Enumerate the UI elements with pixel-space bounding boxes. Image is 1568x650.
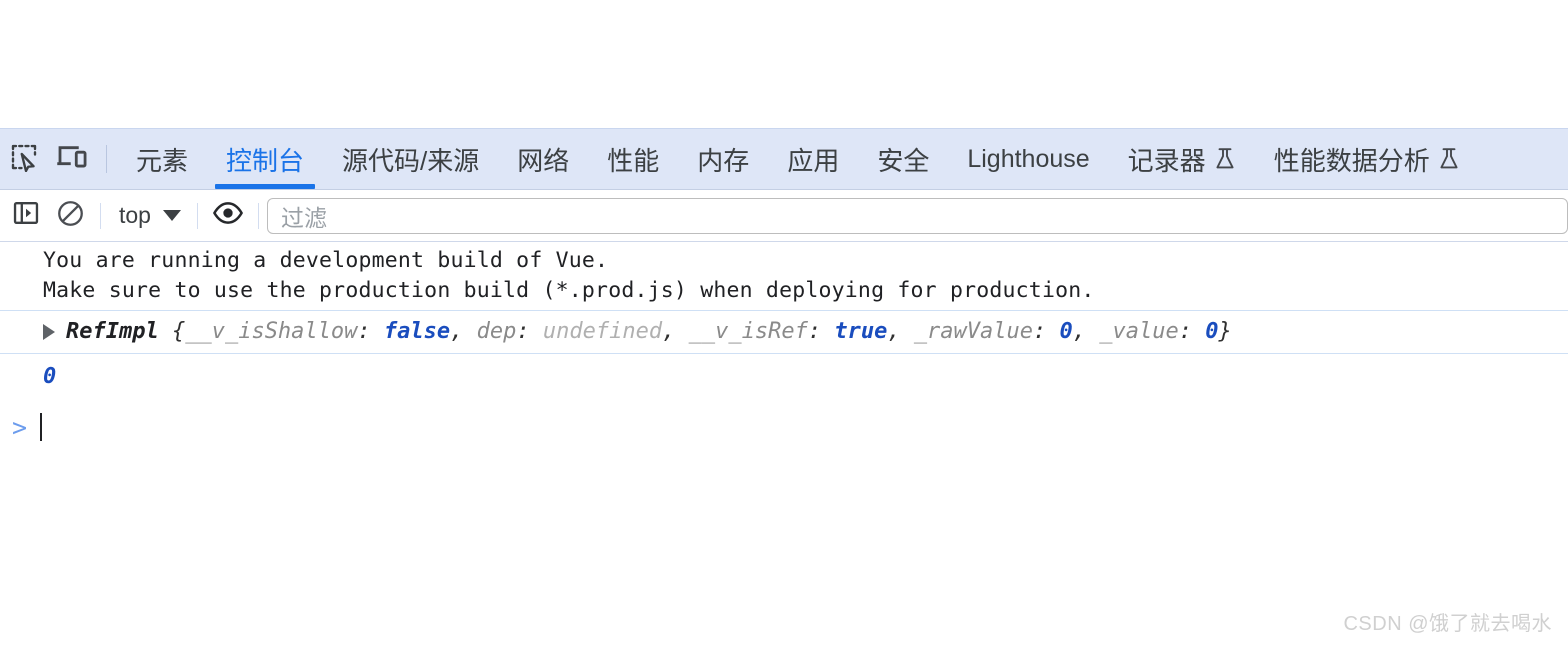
tab-security-label: 安全 — [877, 145, 930, 176]
object-prop-key: _value — [1099, 319, 1179, 344]
flask-icon — [1438, 147, 1460, 171]
tab-security[interactable]: 安全 — [858, 129, 948, 189]
clear-console-button[interactable] — [48, 194, 92, 238]
tab-lighthouse[interactable]: Lighthouse — [948, 129, 1108, 189]
console-message-line: Make sure to use the production build (*… — [43, 278, 1095, 303]
devtools-panel: 元素 控制台 源代码/来源 网络 性能 内存 应用 安全 Lighthouse … — [0, 128, 1568, 650]
console-result-value: 0 — [43, 364, 57, 389]
web-page-viewport — [0, 0, 1568, 128]
console-filter-placeholder: 过滤 — [280, 204, 327, 231]
object-close-brace: } — [1218, 319, 1232, 344]
object-prop-key: dep — [476, 319, 517, 344]
object-open-brace: { — [158, 319, 186, 344]
flask-icon — [1214, 147, 1236, 171]
tab-recorder[interactable]: 记录器 — [1109, 129, 1255, 189]
object-prop-value: 0 — [1205, 319, 1219, 344]
tab-elements-label: 元素 — [136, 145, 189, 176]
tab-application-label: 应用 — [787, 145, 840, 176]
filterbar-divider — [100, 202, 101, 229]
live-expression-button[interactable] — [206, 194, 250, 238]
devtools-tabbar: 元素 控制台 源代码/来源 网络 性能 内存 应用 安全 Lighthouse … — [0, 128, 1568, 190]
tab-recorder-label: 记录器 — [1127, 145, 1206, 176]
object-prop-value: true — [834, 319, 888, 344]
filterbar-divider — [257, 202, 259, 229]
tab-console[interactable]: 控制台 — [207, 129, 323, 189]
inspect-element-icon — [9, 142, 39, 177]
object-prop-value: 0 — [1059, 319, 1073, 344]
console-sidebar-toggle-button[interactable] — [4, 194, 48, 238]
execution-context-selector[interactable]: top — [109, 197, 189, 235]
object-prop-sep: : — [1033, 319, 1060, 344]
tab-memory[interactable]: 内存 — [678, 129, 768, 189]
tab-network-label: 网络 — [517, 145, 570, 176]
tab-memory-label: 内存 — [697, 145, 750, 176]
object-prop-key: __v_isRef — [688, 319, 808, 344]
inspect-element-button[interactable] — [0, 135, 48, 183]
tab-application[interactable]: 应用 — [768, 129, 858, 189]
text-cursor — [40, 413, 42, 441]
object-prop-sep: : — [357, 319, 384, 344]
tab-performance-insights[interactable]: 性能数据分析 — [1255, 129, 1479, 189]
console-sidebar-icon — [12, 199, 40, 232]
console-message-text: You are running a development build of V… — [0, 242, 1568, 310]
execution-context-label: top — [119, 202, 151, 228]
object-prop-sep: : — [807, 319, 835, 344]
device-toolbar-icon — [56, 141, 88, 178]
eye-icon — [212, 197, 244, 234]
tab-performance-label: 性能 — [607, 145, 660, 176]
chevron-down-icon — [162, 210, 181, 221]
console-message-object[interactable]: RefImpl { __v_isShallow : false , dep : … — [0, 310, 1568, 354]
console-result-row: 0 — [0, 354, 1568, 397]
tabbar-divider — [106, 145, 107, 173]
object-prop-trail: , — [450, 319, 477, 344]
object-prop-key: _rawValue — [913, 319, 1034, 344]
object-prop-value: undefined — [542, 319, 663, 344]
tab-network[interactable]: 网络 — [498, 129, 588, 189]
device-toolbar-button[interactable] — [48, 135, 96, 183]
console-prompt-row[interactable]: > — [0, 397, 1568, 447]
tab-elements[interactable]: 元素 — [117, 129, 207, 189]
object-prop-sep: : — [1178, 319, 1206, 344]
object-prop-trail: , — [1072, 319, 1100, 344]
tab-lighthouse-label: Lighthouse — [967, 144, 1090, 173]
object-prop-value: false — [383, 319, 451, 344]
object-prop-key: __v_isShallow — [185, 319, 358, 344]
tab-console-label: 控制台 — [226, 145, 305, 176]
tab-performance[interactable]: 性能 — [588, 129, 678, 189]
console-output[interactable]: You are running a development build of V… — [0, 242, 1568, 650]
object-prop-sep: : — [516, 319, 543, 344]
console-filter-toolbar: top 过滤 — [0, 190, 1568, 242]
object-constructor-name: RefImpl — [66, 319, 159, 344]
tab-performance-insights-label: 性能数据分析 — [1273, 145, 1430, 176]
filterbar-divider — [196, 202, 198, 229]
expand-triangle-icon[interactable] — [43, 324, 55, 340]
tab-sources-label: 源代码/来源 — [342, 145, 480, 176]
tab-sources[interactable]: 源代码/来源 — [323, 129, 498, 189]
csdn-watermark: CSDN @饿了就去喝水 — [1343, 613, 1552, 635]
prompt-arrow-icon: > — [12, 412, 28, 442]
clear-console-icon — [56, 199, 85, 233]
object-prop-trail: , — [887, 319, 914, 344]
object-prop-trail: , — [662, 319, 689, 344]
object-preview-line: RefImpl { __v_isShallow : false , dep : … — [43, 315, 1568, 349]
console-message-line: You are running a development build of V… — [43, 248, 609, 273]
console-filter-input[interactable]: 过滤 — [266, 197, 1568, 234]
